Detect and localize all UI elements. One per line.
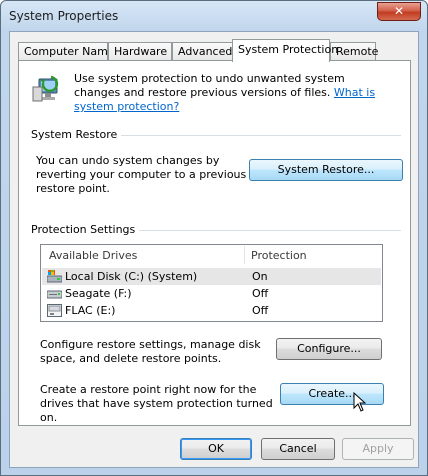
- configure-description: Configure restore settings, manage disk …: [40, 338, 261, 365]
- drive-row-c[interactable]: Local Disk (C:) (System) On: [42, 268, 381, 285]
- drive-protection-status: Off: [252, 304, 269, 317]
- drives-list-header: Available Drives Protection: [41, 245, 382, 265]
- mouse-cursor-icon: [353, 392, 367, 412]
- title-bar[interactable]: System Properties ✕: [1, 1, 427, 31]
- drive-row-e[interactable]: FLAC (E:) Off: [42, 302, 381, 319]
- apply-button[interactable]: Apply: [342, 438, 414, 460]
- drive-row-f[interactable]: Seagate (F:) Off: [42, 285, 381, 302]
- tab-system-protection[interactable]: System Protection: [232, 39, 338, 62]
- intro-description: Use system protection to undo unwanted s…: [74, 72, 394, 114]
- ok-button[interactable]: OK: [180, 438, 252, 460]
- column-header-available-drives[interactable]: Available Drives: [49, 249, 137, 262]
- system-properties-window: System Properties ✕ Computer Name Hardwa…: [0, 0, 428, 476]
- system-protection-icon: [32, 75, 59, 102]
- system-restore-divider: [101, 135, 401, 136]
- configure-button[interactable]: Configure...: [276, 338, 382, 360]
- system-restore-description: You can undo system changes by reverting…: [36, 154, 247, 195]
- cancel-button[interactable]: Cancel: [261, 438, 335, 460]
- create-description: Create a restore point right now for the…: [40, 383, 273, 424]
- protection-settings-heading: Protection Settings: [31, 223, 140, 236]
- tab-advanced[interactable]: Advanced: [172, 42, 234, 61]
- create-button[interactable]: Create...: [280, 383, 384, 405]
- tab-computer-name[interactable]: Computer Name: [18, 42, 115, 61]
- drive-name: FLAC (E:): [65, 304, 116, 317]
- column-separator: [244, 246, 245, 264]
- external-drive-icon: [47, 290, 62, 299]
- column-header-protection[interactable]: Protection: [251, 249, 307, 262]
- system-restore-button[interactable]: System Restore...: [249, 159, 403, 181]
- system-drive-icon: [47, 270, 62, 283]
- system-protection-panel: Use system protection to undo unwanted s…: [18, 60, 411, 426]
- window-title: System Properties: [9, 9, 119, 23]
- drive-protection-status: On: [252, 270, 268, 283]
- system-restore-heading: System Restore: [31, 128, 122, 141]
- intro-text: Use system protection to undo unwanted s…: [74, 72, 345, 99]
- close-button[interactable]: ✕: [377, 2, 421, 21]
- protection-settings-divider: [129, 230, 401, 231]
- drive-name: Seagate (F:): [65, 287, 132, 300]
- drive-name: Local Disk (C:) (System): [65, 270, 198, 283]
- available-drives-list[interactable]: Available Drives Protection Local Disk (…: [40, 244, 383, 322]
- optical-drive-icon: [47, 304, 62, 317]
- drive-protection-status: Off: [252, 287, 269, 300]
- tab-hardware[interactable]: Hardware: [108, 42, 172, 61]
